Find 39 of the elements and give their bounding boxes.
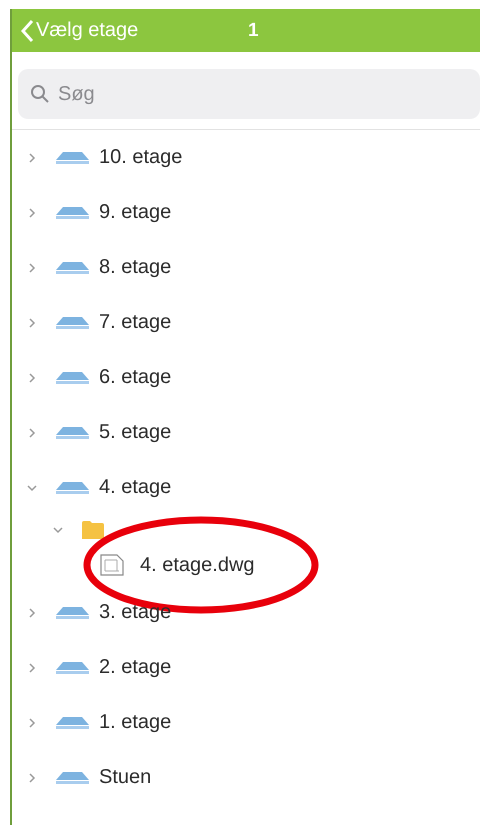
floor-row[interactable]: 9. etage: [12, 185, 480, 240]
floor-row[interactable]: 10. etage: [12, 130, 480, 185]
floor-label: 5. etage: [99, 421, 172, 444]
floor-label: 8. etage: [99, 256, 172, 279]
floor-label: 9. etage: [99, 201, 172, 224]
floor-icon: [56, 662, 89, 674]
floor-row[interactable]: 5. etage: [12, 405, 480, 460]
floor-row[interactable]: 4. etage: [12, 460, 480, 515]
floor-label: 3. etage: [99, 601, 172, 624]
floor-icon: [56, 716, 89, 728]
floor-icon: [56, 772, 89, 784]
floor-row[interactable]: 3. etage: [12, 585, 480, 640]
floor-label: 7. etage: [99, 311, 172, 334]
floor-row[interactable]: Stuen: [12, 750, 480, 805]
floor-icon: [56, 482, 89, 494]
count-label: 1: [248, 20, 259, 42]
file-label[interactable]: 4. etage.dwg: [140, 554, 255, 576]
floor-label: Stuen: [99, 766, 152, 789]
floor-row[interactable]: 8. etage: [12, 240, 480, 295]
floor-row[interactable]: 1. etage: [12, 695, 480, 750]
floor-icon: [56, 262, 89, 274]
search-field[interactable]: Søg: [18, 69, 480, 119]
back-chevron-icon: [20, 18, 34, 42]
floor-label: 1. etage: [99, 711, 172, 734]
floor-label: 4. etage: [99, 476, 172, 499]
floor-row[interactable]: 2. etage: [12, 640, 480, 695]
floor-label: 10. etage: [99, 146, 182, 169]
floor-icon: [56, 426, 89, 438]
floor-icon: [56, 316, 89, 328]
floor-icon: [56, 152, 89, 164]
floor-icon: [56, 372, 89, 384]
floor-label: 6. etage: [99, 366, 172, 389]
floor-icon: [56, 206, 89, 218]
drawing-file-icon: [100, 554, 124, 576]
floor-row[interactable]: 6. etage: [12, 350, 480, 405]
floor-icon: [56, 606, 89, 618]
floor-label: 2. etage: [99, 656, 172, 679]
folder-icon: [82, 521, 104, 539]
floor-row[interactable]: 7. etage: [12, 295, 480, 350]
